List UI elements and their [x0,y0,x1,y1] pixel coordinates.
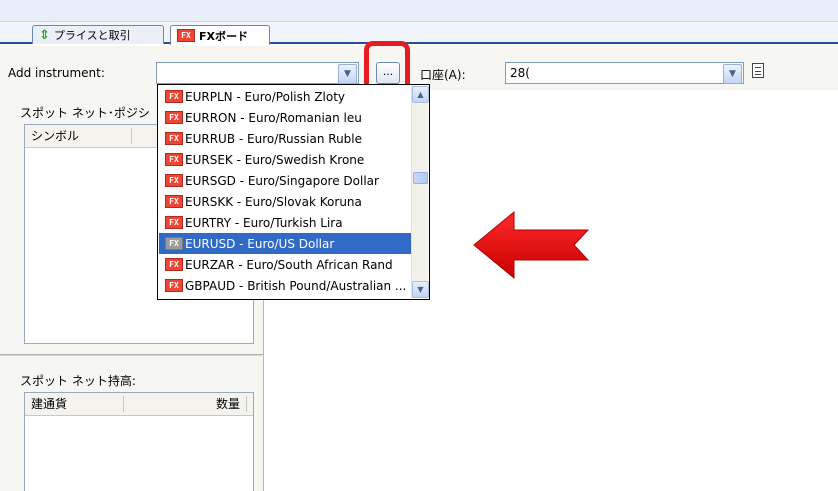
instrument-label: EURSGD - Euro/Singapore Dollar [185,173,379,188]
fx-icon: FX [165,90,183,103]
fx-icon: FX [165,132,183,145]
scroll-up-icon[interactable]: ▲ [412,86,429,103]
spot-holding-title: スポット ネット持高: [20,374,136,388]
account-value: 28( [510,66,530,80]
list-item[interactable]: FX GBPAUD - British Pound/Australian ... [159,275,412,296]
document-icon[interactable] [752,63,764,78]
list-item[interactable]: FX EURSGD - Euro/Singapore Dollar [159,170,412,191]
tab-price-and-trade[interactable]: ⇕ プライスと取引 [32,25,164,44]
fx-icon: FX [165,216,183,229]
fx-icon: FX [165,174,183,187]
chevron-down-icon[interactable]: ▼ [723,64,742,84]
list-item-selected[interactable]: FX EURUSD - Euro/US Dollar [159,233,412,254]
list-item[interactable]: FX EURSEK - Euro/Swedish Krone [159,149,412,170]
column-base-currency[interactable]: 建通貨 [25,396,124,412]
tab-label: FXボード [199,29,248,43]
instrument-label: GBPAUD - British Pound/Australian ... [185,278,407,293]
account-label: 口座(A): [420,68,466,82]
instrument-label: EURSEK - Euro/Swedish Krone [185,152,365,167]
spot-holding-grid: 建通貨 数量 [24,392,254,491]
account-combo[interactable]: 28( ▼ [505,62,744,84]
fx-icon: FX [165,237,183,250]
list-item[interactable]: FX EURTRY - Euro/Turkish Lira [159,212,412,233]
dropdown-scrollbar[interactable]: ▲ ▼ [411,86,429,298]
instrument-label: EURTRY - Euro/Turkish Lira [185,215,343,230]
scroll-down-icon[interactable]: ▼ [412,281,429,298]
column-symbol[interactable]: シンボル [25,128,132,144]
instrument-label: EURZAR - Euro/South African Rand [185,257,393,272]
fx-icon: FX [165,153,183,166]
scrollbar-thumb[interactable] [413,172,428,184]
instrument-dropdown-list[interactable]: FX EURPLN - Euro/Polish Zloty FX EURRON … [157,84,430,300]
fx-icon: FX [165,111,183,124]
grid-header: 建通貨 数量 [25,393,253,416]
column-quantity[interactable]: 数量 [124,396,247,412]
panel-splitter[interactable] [0,354,264,356]
price-arrows-icon: ⇕ [39,27,50,43]
instrument-label: EURSKK - Euro/Slovak Koruna [185,194,362,209]
fx-icon: FX [165,195,183,208]
chevron-down-icon[interactable]: ▼ [338,64,357,84]
red-arrow-annotation [473,210,590,280]
fx-icon: FX [165,279,183,292]
add-instrument-label: Add instrument: [8,66,105,80]
instrument-label: EURRUB - Euro/Russian Ruble [185,131,363,146]
top-window-strip [0,0,838,22]
list-item[interactable]: FX EURPLN - Euro/Polish Zloty [159,86,412,107]
tab-fx-board[interactable]: FX FXボード [170,25,270,45]
spot-position-title: スポット ネット･ポジシ [20,106,150,120]
list-item[interactable]: FX EURRUB - Euro/Russian Ruble [159,128,412,149]
tab-label: プライスと取引 [53,29,131,42]
instrument-label: EURUSD - Euro/US Dollar [185,236,335,251]
list-item[interactable]: FX EURSKK - Euro/Slovak Koruna [159,191,412,212]
instrument-label: EURPLN - Euro/Polish Zloty [185,89,345,104]
instrument-label: EURRON - Euro/Romanian leu [185,110,362,125]
list-item[interactable]: FX EURZAR - Euro/South African Rand [159,254,412,275]
add-instrument-combo[interactable]: ▼ [156,62,359,84]
list-item[interactable]: FX EURRON - Euro/Romanian leu [159,107,412,128]
fx-icon: FX [165,258,183,271]
fx-icon: FX [177,29,195,42]
